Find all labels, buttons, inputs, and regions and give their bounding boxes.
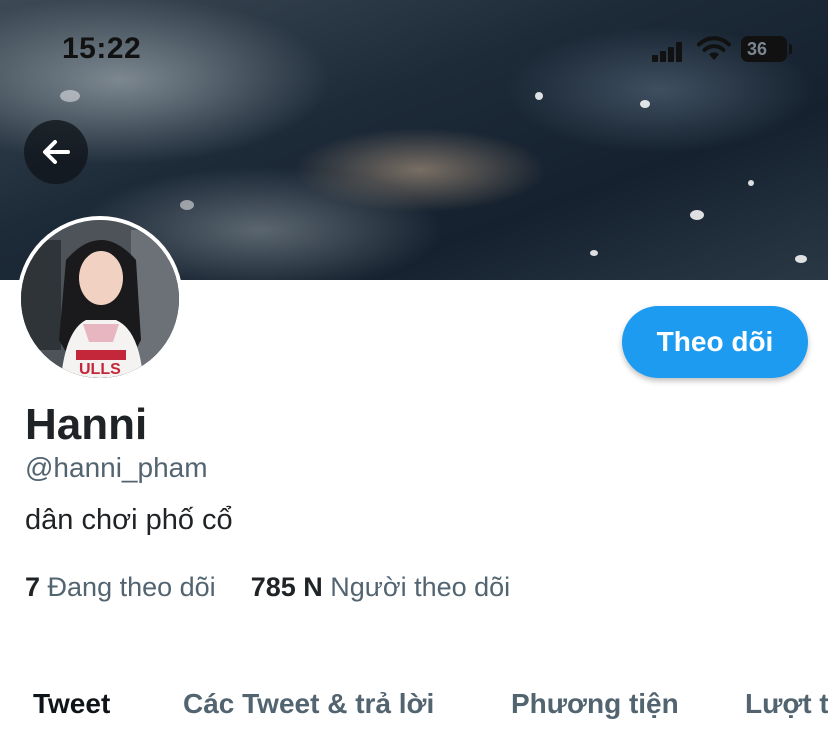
followers-label: Người theo dõi — [330, 572, 511, 602]
banner-highlight — [535, 92, 543, 100]
follow-stats: 7 Đang theo dõi 785 N Người theo dõi — [25, 572, 510, 603]
banner-highlight — [690, 210, 704, 220]
banner-highlight — [795, 255, 807, 263]
tab-tweets-replies[interactable]: Các Tweet & trả lời — [183, 688, 434, 720]
profile-bio: dân chơi phố cổ — [25, 504, 233, 536]
tab-likes[interactable]: Lượt t — [745, 688, 828, 720]
followers-link[interactable]: 785 N Người theo dõi — [251, 572, 510, 602]
profile-handle: @hanni_pham — [25, 452, 208, 483]
followers-count: 785 N — [250, 572, 323, 602]
arrow-left-icon — [43, 140, 70, 164]
follow-button[interactable]: Theo dõi — [622, 306, 808, 378]
svg-text:ULLS: ULLS — [79, 361, 121, 378]
following-count: 7 — [25, 572, 41, 602]
battery-icon: 36 — [741, 36, 792, 62]
profile-tabs: Tweet Các Tweet & trả lời Phương tiện Lư… — [0, 688, 828, 734]
banner-highlight — [640, 100, 650, 108]
battery-level: 36 — [747, 39, 768, 59]
banner-highlight — [590, 250, 598, 256]
banner-highlight — [60, 90, 80, 102]
following-link[interactable]: 7 Đang theo dõi — [25, 572, 223, 602]
avatar-image: ULLS — [21, 220, 179, 378]
signal-icon — [652, 40, 682, 62]
wifi-icon — [696, 36, 732, 62]
banner-highlight — [748, 180, 754, 186]
profile-avatar[interactable]: ULLS — [17, 216, 183, 382]
back-button[interactable] — [24, 120, 88, 184]
tab-tweets[interactable]: Tweet — [33, 688, 110, 720]
banner-highlight — [180, 200, 194, 210]
following-label: Đang theo dõi — [47, 572, 216, 602]
profile-name: Hanni — [25, 400, 148, 449]
tab-media[interactable]: Phương tiện — [511, 688, 679, 720]
status-bar-time: 15:22 — [62, 32, 142, 65]
